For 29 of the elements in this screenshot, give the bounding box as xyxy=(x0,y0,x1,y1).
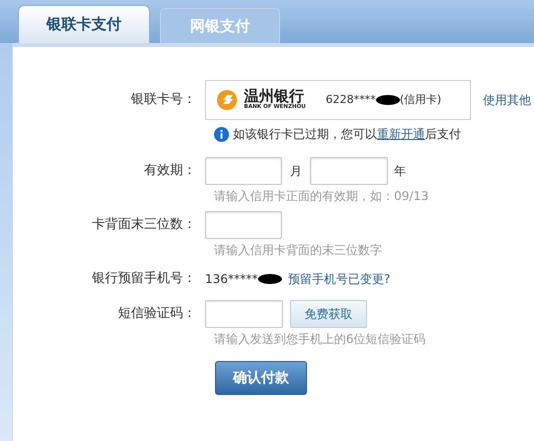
get-code-button[interactable]: 免费获取 xyxy=(290,300,367,328)
field-label: 银行预留手机号： xyxy=(92,270,196,288)
phone-changed-link[interactable]: 预留手机号已变更? xyxy=(288,270,390,288)
month-unit: 月 xyxy=(290,163,302,180)
bank-name: 温州银行 xyxy=(244,89,304,104)
field-label: 有效期： xyxy=(144,162,196,180)
confirm-payment-button[interactable]: 确认付款 xyxy=(215,361,307,395)
field-label: 卡背面末三位数： xyxy=(92,216,196,234)
input-field[interactable] xyxy=(205,300,283,328)
hint-text: 请输入信用卡正面的有效期，如：09/13 xyxy=(214,188,429,205)
phone-number: 136***** xyxy=(205,271,258,288)
hint-text: 请输入信用卡背面的末三位数字 xyxy=(214,242,382,259)
info-icon xyxy=(214,126,229,142)
notice-text: 如该银行卡已过期，您可以重新开通后支付 xyxy=(233,126,461,143)
bank-logo-icon xyxy=(216,89,238,111)
redaction-mark xyxy=(376,95,400,105)
redaction-mark xyxy=(258,274,282,284)
input-field[interactable] xyxy=(310,157,388,185)
tab[interactable]: 银联卡支付 xyxy=(18,5,150,43)
hint-text: 请输入发送到您手机上的6位短信验证码 xyxy=(214,331,426,348)
field-label: 短信验证码： xyxy=(118,305,196,324)
card-number: 6228**** xyxy=(326,92,376,108)
card-type: (信用卡) xyxy=(400,92,442,108)
field-label: 银联卡号： xyxy=(131,91,196,110)
reactivate-link[interactable]: 重新开通 xyxy=(377,127,425,141)
other-card-link[interactable]: 使用其他 xyxy=(483,91,531,109)
input-field[interactable] xyxy=(205,211,282,239)
year-unit: 年 xyxy=(394,163,406,180)
input-field[interactable] xyxy=(205,157,282,185)
